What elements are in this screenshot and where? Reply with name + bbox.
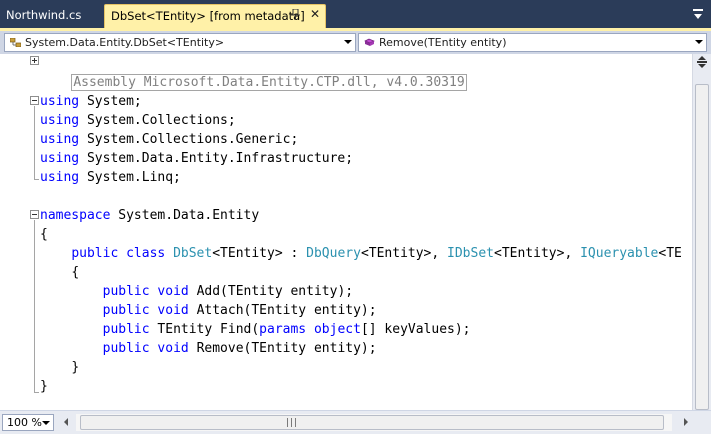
pin-icon[interactable] [291,9,300,20]
keyword: using [40,170,80,185]
editor-bottom-bar: 100 % ||| [0,410,711,434]
outline-guide [34,220,35,392]
collapse-region-icon[interactable] [30,96,39,105]
code-line-assembly: Assembly Microsoft.Data.Entity.CTP.dll, … [40,54,467,91]
horizontal-scroll-thumb[interactable]: ||| [80,415,664,430]
horizontal-scrollbar[interactable]: ||| [76,414,672,431]
outline-guide-end [34,392,39,393]
brace: } [71,360,80,375]
scroll-left-icon[interactable] [64,418,68,426]
code-line-method: public void Add(TEntity entity); [40,282,353,301]
document-tab-strip: Northwind.cs DbSet<TEntity> [from metada… [0,0,711,28]
keyword: using [40,132,80,147]
assembly-region[interactable]: Assembly Microsoft.Data.Entity.CTP.dll, … [71,74,467,91]
keyword: public [102,303,150,318]
brace: } [40,379,48,394]
namespace-ref: System.Data.Entity.Infrastructure; [86,151,354,166]
keyword: class [126,246,166,261]
class-icon [10,38,21,47]
tab-label: DbSet<TEntity> [from metadata] [111,9,305,23]
code-editor[interactable]: Assembly Microsoft.Data.Entity.CTP.dll, … [0,54,692,410]
type-name: DbQuery [306,246,361,261]
generic-args: <TE [658,246,682,261]
type-name: DbSet [173,246,213,261]
tab-label: Northwind.cs [6,8,82,22]
type-name: IDbSet [447,246,494,261]
namespace-ref: System.Collections.Generic; [86,132,299,147]
method-signature: [] keyValues); [360,322,471,337]
navigation-bar: System.Data.Entity.DbSet<TEntity> Remove… [0,28,711,54]
member-dropdown[interactable]: Remove(TEntity entity) [358,33,707,52]
member-dropdown-value: Remove(TEntity entity) [379,36,507,49]
code-line-using: using System; [40,92,142,111]
code-line-using: using System.Collections.Generic; [40,130,298,149]
namespace-ref: System; [86,94,142,109]
method-signature: Add(TEntity entity); [196,284,354,299]
keyword: public [71,246,119,261]
vertical-scroll-thumb[interactable] [695,84,709,410]
method-signature: TEntity Find( [157,322,260,337]
chevron-down-icon [344,40,352,44]
keyword: public [102,322,150,337]
namespace-name: System.Data.Entity [118,208,260,223]
keyword: public [102,284,150,299]
code-line-brace: { [40,263,79,282]
outline-guide [34,106,35,179]
type-name: IQueryable [580,246,659,261]
code-line-using: using System.Collections; [40,111,236,130]
grip-icon: ||| [286,418,299,428]
namespace-ref: System.Collections; [86,113,236,128]
keyword: using [40,113,80,128]
keyword: public [102,341,150,356]
expand-region-icon[interactable] [30,56,39,65]
editor-gutter [0,54,30,410]
code-line-using: using System.Linq; [40,168,181,187]
tab-dbset-metadata[interactable]: DbSet<TEntity> [from metadata] ✕ [104,4,326,28]
code-line-method: public void Remove(TEntity entity); [40,339,377,358]
close-icon[interactable]: ✕ [310,7,320,21]
code-line-class: public class DbSet<TEntity> : DbQuery<TE… [40,244,682,263]
keyword: using [40,151,80,166]
code-line-using: using System.Data.Entity.Infrastructure; [40,149,353,168]
keyword: void [157,284,189,299]
keyword: object [313,322,361,337]
generic-args: <TEntity> : [212,246,307,261]
scroll-right-icon[interactable] [684,418,688,426]
keyword: void [157,341,189,356]
keyword: namespace [40,208,111,223]
namespace-ref: System.Linq; [86,170,181,185]
method-signature: Remove(TEntity entity); [196,341,377,356]
keyword: using [40,94,80,109]
generic-args: <TEntity>, [494,246,581,261]
zoom-value: 100 % [7,416,42,429]
chevron-down-icon [42,421,50,425]
vertical-scrollbar[interactable] [692,54,711,410]
splitter-icon[interactable] [696,56,708,68]
keyword: void [157,303,189,318]
code-line-brace: } [40,377,48,396]
chevron-down-icon [695,40,703,44]
code-line-brace: } [40,358,79,377]
outline-guide-end [34,179,39,180]
code-line-method: public TEntity Find(params object[] keyV… [40,320,471,339]
method-signature: Attach(TEntity entity); [196,303,377,318]
brace: { [71,265,80,280]
tab-northwind-cs[interactable]: Northwind.cs [0,4,82,28]
brace: { [40,227,48,242]
type-dropdown[interactable]: System.Data.Entity.DbSet<TEntity> [4,33,356,52]
generic-args: <TEntity>, [360,246,448,261]
tab-dropdown-icon[interactable] [692,9,704,21]
type-dropdown-value: System.Data.Entity.DbSet<TEntity> [25,36,225,49]
code-line-brace: { [40,225,48,244]
code-line-method: public void Attach(TEntity entity); [40,301,377,320]
zoom-dropdown[interactable]: 100 % [2,414,54,431]
collapse-region-icon[interactable] [30,210,39,219]
keyword: params [259,322,307,337]
method-icon [364,38,375,46]
code-line-namespace: namespace System.Data.Entity [40,206,259,225]
